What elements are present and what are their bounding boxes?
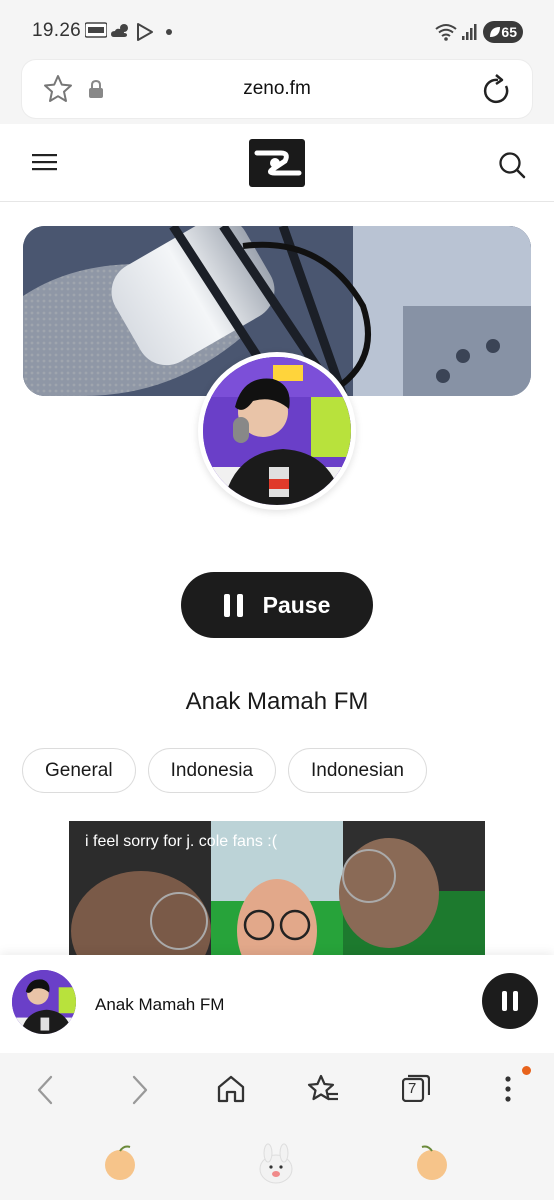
- leaf-icon: [490, 27, 500, 37]
- search-icon[interactable]: [498, 151, 526, 179]
- mini-player-pause-button[interactable]: [482, 973, 538, 1029]
- play-store-icon: [137, 23, 153, 41]
- battery-icon: 65: [483, 21, 523, 43]
- zeno-logo-mark: [254, 150, 302, 176]
- mini-player[interactable]: Anak Mamah FM: [0, 955, 554, 1053]
- kuk-badge-icon: [85, 22, 107, 38]
- pause-button[interactable]: Pause: [181, 572, 373, 638]
- video-embed[interactable]: i feel sorry for j. cole fans :(: [69, 821, 485, 955]
- bookmarks-icon[interactable]: [306, 1073, 340, 1105]
- dot-icon: [166, 29, 172, 35]
- status-bar: 19.26 65: [0, 0, 554, 60]
- pause-icon-bar: [502, 991, 507, 1011]
- home-icon[interactable]: [215, 1073, 247, 1105]
- notification-dot: [522, 1066, 531, 1075]
- mini-player-title: Anak Mamah FM: [95, 995, 225, 1014]
- browser-nav-bar: [0, 1053, 554, 1131]
- signal-icon: [462, 24, 477, 40]
- mini-player-avatar: [12, 970, 76, 1034]
- gesture-area: [0, 1131, 554, 1200]
- more-icon[interactable]: [504, 1075, 512, 1103]
- cloud-sun-icon: [111, 24, 128, 37]
- address-bar[interactable]: zeno.fm: [22, 60, 532, 118]
- pause-label: Pause: [262, 591, 331, 618]
- tag-country[interactable]: Indonesia: [147, 748, 277, 793]
- forward-icon[interactable]: [127, 1073, 153, 1107]
- tabs-icon[interactable]: 7: [402, 1074, 430, 1102]
- peach-sticker-icon: [417, 1145, 447, 1180]
- bunny-sticker-icon: [259, 1143, 293, 1184]
- zeno-logo[interactable]: [249, 139, 305, 187]
- menu-icon[interactable]: [32, 152, 57, 172]
- tab-count: 7: [408, 1080, 417, 1097]
- back-icon[interactable]: [32, 1073, 58, 1107]
- station-title: Anak Mamah FM: [185, 688, 369, 715]
- tag-language[interactable]: Indonesian: [288, 748, 427, 793]
- pause-icon: [223, 593, 243, 617]
- url-text[interactable]: zeno.fm: [22, 78, 532, 100]
- site-header: [0, 124, 554, 202]
- mini-player-avatar-image: [12, 970, 76, 1034]
- status-time: 19.26: [32, 20, 82, 41]
- peach-sticker-icon: [105, 1145, 135, 1180]
- tag-genre[interactable]: General: [22, 748, 136, 793]
- battery-level: 65: [501, 24, 517, 40]
- wifi-icon: [435, 24, 457, 41]
- video-caption: i feel sorry for j. cole fans :(: [85, 833, 278, 850]
- station-tags: General Indonesia Indonesian: [22, 748, 427, 793]
- station-avatar-image: [203, 357, 351, 505]
- pause-icon-bar: [513, 991, 518, 1011]
- reload-icon[interactable]: [482, 73, 512, 105]
- station-avatar: [198, 352, 356, 510]
